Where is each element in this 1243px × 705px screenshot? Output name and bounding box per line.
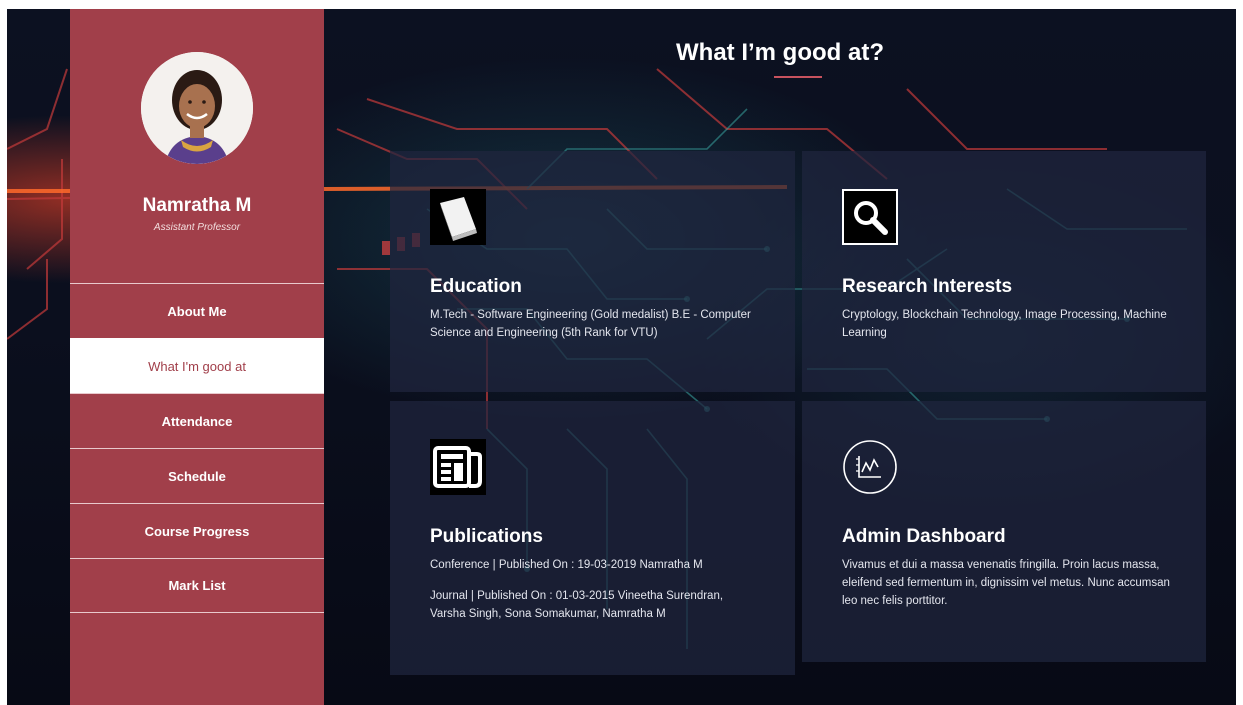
card-line: Vivamus et dui a massa venenatis fringil… [842,559,1170,607]
search-icon [842,189,898,245]
card-research-interests: Research Interests Cryptology, Blockchai… [802,151,1206,392]
page-frame: Namratha M Assistant Professor About Me … [7,9,1236,705]
nav-item-mark-list[interactable]: Mark List [70,558,324,613]
card-line: M.Tech - Software Engineering (Gold meda… [430,309,751,339]
card-line: Cryptology, Blockchain Technology, Image… [842,309,1167,339]
chart-icon [842,439,898,495]
card-title: Education [430,276,522,297]
sidebar: Namratha M Assistant Professor About Me … [70,9,324,705]
profile-name: Namratha M [142,195,252,216]
card-text: Cryptology, Blockchain Technology, Image… [842,306,1172,342]
nav-item-course-progress[interactable]: Course Progress [70,503,324,558]
card-title: Admin Dashboard [842,526,1006,547]
newspaper-icon [430,439,486,495]
card-title: Research Interests [842,276,1013,297]
title-underline [774,76,822,78]
card-line: Journal | Published On : 01-03-2015 Vine… [430,590,724,620]
page-title: What I’m good at? [676,39,884,66]
profile-role: Assistant Professor [153,222,241,233]
nav-item-what-im-good-at[interactable]: What I'm good at [70,338,324,393]
book-icon [430,189,486,245]
card-line: Conference | Published On : 19-03-2019 N… [430,559,703,571]
sidebar-nav: About Me What I'm good at Attendance Sch… [70,283,324,613]
card-text: M.Tech - Software Engineering (Gold meda… [430,306,760,342]
card-title: Publications [430,526,543,547]
card-text: Conference | Published On : 19-03-2019 N… [430,556,760,623]
nav-item-attendance[interactable]: Attendance [70,393,324,448]
card-publications: Publications Conference | Published On :… [390,401,795,675]
avatar [141,52,253,164]
nav-item-schedule[interactable]: Schedule [70,448,324,503]
card-admin-dashboard: Admin Dashboard Vivamus et dui a massa v… [802,401,1206,662]
nav-item-about-me[interactable]: About Me [70,283,324,338]
card-education: Education M.Tech - Software Engineering … [390,151,795,392]
card-text: Vivamus et dui a massa venenatis fringil… [842,556,1172,610]
